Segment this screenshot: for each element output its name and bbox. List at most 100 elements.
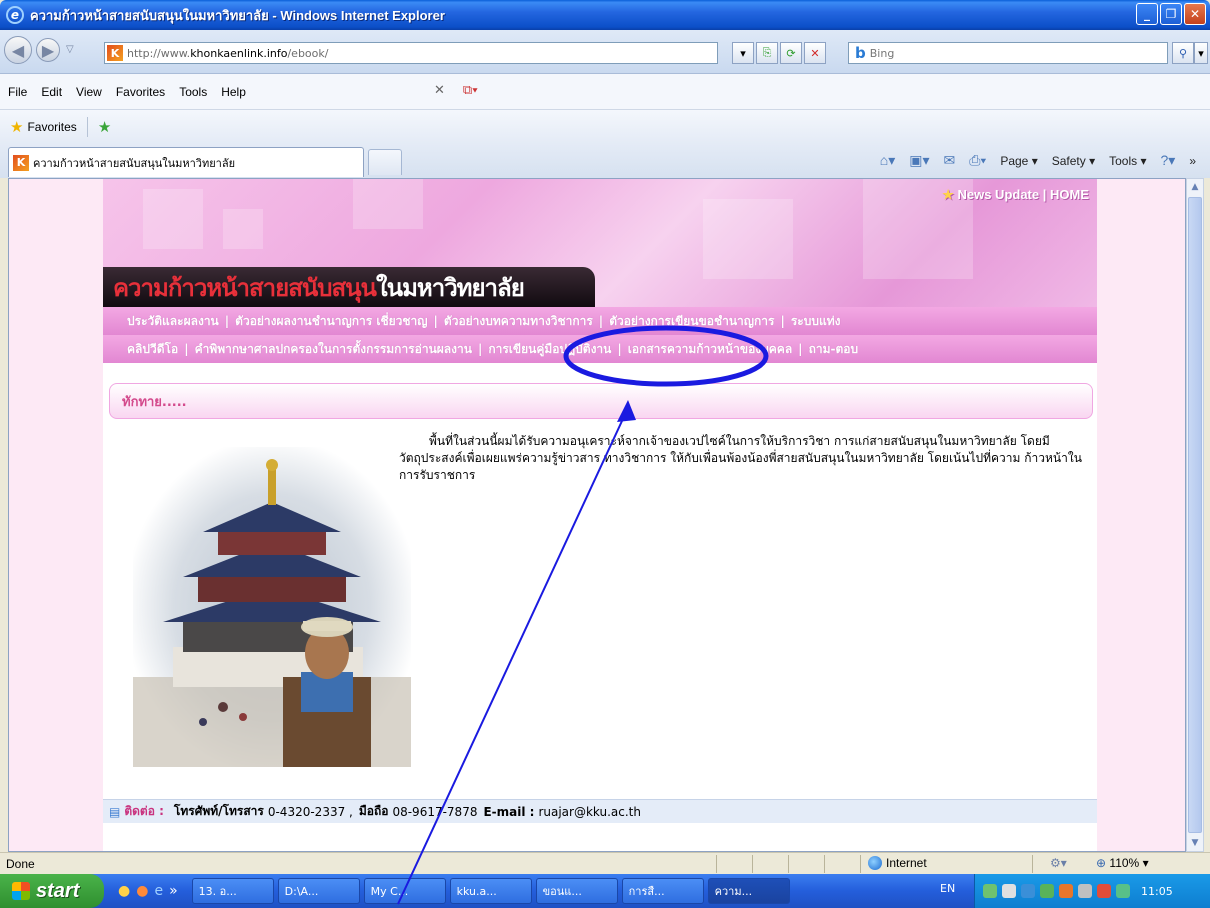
menu-tools[interactable]: Tools xyxy=(179,85,207,99)
quicklaunch-icon[interactable]: ● xyxy=(118,883,130,899)
more-chevron-icon[interactable]: » xyxy=(1189,154,1196,168)
tray-icon[interactable] xyxy=(1078,884,1092,898)
nav-writing-samples[interactable]: ตัวอย่างการเขียนขอชำนาญการ xyxy=(609,312,774,331)
vertical-scrollbar[interactable]: ▲ ▼ xyxy=(1186,178,1204,852)
nav-article-samples[interactable]: ตัวอย่างบทความทางวิชาการ xyxy=(444,312,593,331)
forward-button[interactable]: ▶ xyxy=(36,38,60,62)
taskbar-item[interactable]: การสื... xyxy=(621,878,704,904)
menu-help[interactable]: Help xyxy=(221,85,246,99)
home-link[interactable]: HOME xyxy=(1050,187,1089,202)
contact-label: ติดต่อ : xyxy=(124,804,164,818)
feeds-icon[interactable]: ▣▾ xyxy=(909,152,929,169)
tray-icon[interactable] xyxy=(1040,884,1054,898)
favorites-star-icon: ★ xyxy=(10,119,24,136)
taskbar-item[interactable]: ขอนแ... xyxy=(535,878,618,904)
taskbar-item-active[interactable]: ความ... xyxy=(707,878,790,904)
status-text: Done xyxy=(6,856,35,871)
help-icon[interactable]: ?▾ xyxy=(1160,152,1175,169)
maximize-button[interactable]: ❐ xyxy=(1160,3,1182,25)
refresh-icon: ⟳ xyxy=(786,46,796,60)
address-bar[interactable]: K http://www. khonkaenlink.info/ebook/ xyxy=(104,42,718,64)
banner-decoration xyxy=(223,209,263,249)
mail-icon[interactable]: ✉ xyxy=(944,152,956,169)
search-options-button[interactable]: ▾ xyxy=(1194,42,1208,64)
url-host: khonkaenlink.info xyxy=(190,46,288,60)
tray-icon[interactable] xyxy=(1021,884,1035,898)
taskbar-item[interactable]: My C... xyxy=(363,878,446,904)
nav-manual-writing[interactable]: การเขียนคู่มือปฏิบัติงาน xyxy=(488,340,611,359)
scroll-down-icon[interactable]: ▼ xyxy=(1188,835,1202,851)
email-value[interactable]: ruajar@kku.ac.th xyxy=(538,805,641,819)
phone-value: 0-4320-2337 , xyxy=(267,804,353,819)
nav-history[interactable]: ประวัติและผลงาน xyxy=(127,312,219,331)
menu-edit[interactable]: Edit xyxy=(41,85,62,99)
address-toolbar: ◀ ▶ ▽ K http://www. khonkaenlink.info/ebo… xyxy=(0,30,1210,74)
news-update-link[interactable]: ★ News Update | HOME xyxy=(942,187,1089,203)
compatibility-icon: ⎘ xyxy=(762,46,772,59)
safety-menu[interactable]: Safety ▾ xyxy=(1052,154,1095,168)
print-icon[interactable]: ⎙▾ xyxy=(969,152,986,169)
divider: | xyxy=(780,314,785,328)
section-title: ทักทาย..... xyxy=(109,383,1093,419)
start-button[interactable]: start xyxy=(0,874,104,908)
tray-icon[interactable] xyxy=(1116,884,1130,898)
history-dropdown-icon[interactable]: ▽ xyxy=(66,44,74,55)
compatibility-view-button[interactable]: ⎘ xyxy=(756,42,778,64)
divider xyxy=(860,855,861,873)
tray-icon[interactable] xyxy=(1097,884,1111,898)
menu-file[interactable]: File xyxy=(8,85,27,99)
tray-icon[interactable] xyxy=(1059,884,1073,898)
home-icon[interactable]: ⌂▾ xyxy=(880,152,895,169)
protected-mode-icon[interactable]: ⚙▾ xyxy=(1050,856,1067,870)
scrollbar-thumb[interactable] xyxy=(1188,197,1202,833)
contact-footer: ▤ ติดต่อ : โทรศัพท์/โทรสาร 0-4320-2337 ,… xyxy=(103,799,1097,823)
taskbar-item-label: ขอนแ... xyxy=(542,885,582,898)
nav-court-rulings[interactable]: คำพิพากษาศาลปกครองในการตั้งกรรมการอ่านผล… xyxy=(195,340,472,359)
refresh-button[interactable]: ⟳ xyxy=(780,42,802,64)
menu-favorites[interactable]: Favorites xyxy=(116,85,165,99)
nav-expert-samples[interactable]: ตัวอย่างผลงานชำนาญการ เชี่ยวชาญ xyxy=(235,312,427,331)
more-chevron-icon[interactable]: » xyxy=(169,883,178,899)
scroll-up-icon[interactable]: ▲ xyxy=(1188,179,1202,195)
page-menu[interactable]: Page ▾ xyxy=(1000,154,1037,168)
bing-logo-icon: b xyxy=(855,44,866,62)
nav-progress-documents[interactable]: เอกสารความก้าวหน้าของบุคคล xyxy=(628,340,792,359)
tray-icon[interactable] xyxy=(983,884,997,898)
menu-view[interactable]: View xyxy=(76,85,102,99)
taskbar-item-label: D:\A... xyxy=(284,884,319,898)
add-to-favorites-icon[interactable]: ★ xyxy=(98,118,111,136)
banner-decoration xyxy=(143,189,203,249)
stop-icon: ✕ xyxy=(810,46,820,60)
close-toolbar-icon[interactable]: ✕ xyxy=(434,82,445,98)
tools-menu[interactable]: Tools ▾ xyxy=(1109,154,1146,168)
divider: | xyxy=(184,342,189,356)
ie-quicklaunch-icon[interactable]: e xyxy=(154,883,163,899)
zoom-control[interactable]: ⊕ 110% ▾ xyxy=(1096,856,1149,870)
chevron-down-icon: ▾ xyxy=(1198,46,1204,60)
search-placeholder: Bing xyxy=(869,46,895,60)
tray-icon[interactable] xyxy=(1002,884,1016,898)
nav-video-clips[interactable]: คลิปวีดีโอ xyxy=(127,340,178,359)
translate-icon[interactable]: ⧉▾ xyxy=(463,82,478,98)
close-button[interactable]: ✕ xyxy=(1184,3,1206,25)
nav-system[interactable]: ระบบแท่ง xyxy=(791,312,841,331)
favorites-button[interactable]: Favorites xyxy=(27,120,76,134)
nav-qa[interactable]: ถาม-ตอบ xyxy=(809,340,859,359)
taskbar-item[interactable]: kku.a... xyxy=(449,878,532,904)
search-button[interactable]: ⚲ xyxy=(1172,42,1194,64)
profile-photo xyxy=(133,447,411,767)
taskbar-item[interactable]: D:\A... xyxy=(277,878,360,904)
stop-button[interactable]: ✕ xyxy=(804,42,826,64)
address-dropdown-button[interactable]: ▾ xyxy=(732,42,754,64)
quicklaunch-icon[interactable]: ● xyxy=(136,883,148,899)
language-indicator[interactable]: EN xyxy=(940,882,955,895)
tab-active[interactable]: K ความก้าวหน้าสายสนับสนุนในมหาวิทยาลัย xyxy=(8,147,364,177)
taskbar-item[interactable]: 13. อ... xyxy=(191,878,274,904)
zoom-icon: ⊕ xyxy=(1096,856,1107,870)
back-button[interactable]: ◀ xyxy=(4,36,32,64)
divider: | xyxy=(1042,187,1050,202)
divider xyxy=(824,855,825,873)
new-tab-button[interactable] xyxy=(368,149,402,175)
minimize-button[interactable]: _ xyxy=(1136,3,1158,25)
search-input[interactable]: b Bing xyxy=(848,42,1168,64)
